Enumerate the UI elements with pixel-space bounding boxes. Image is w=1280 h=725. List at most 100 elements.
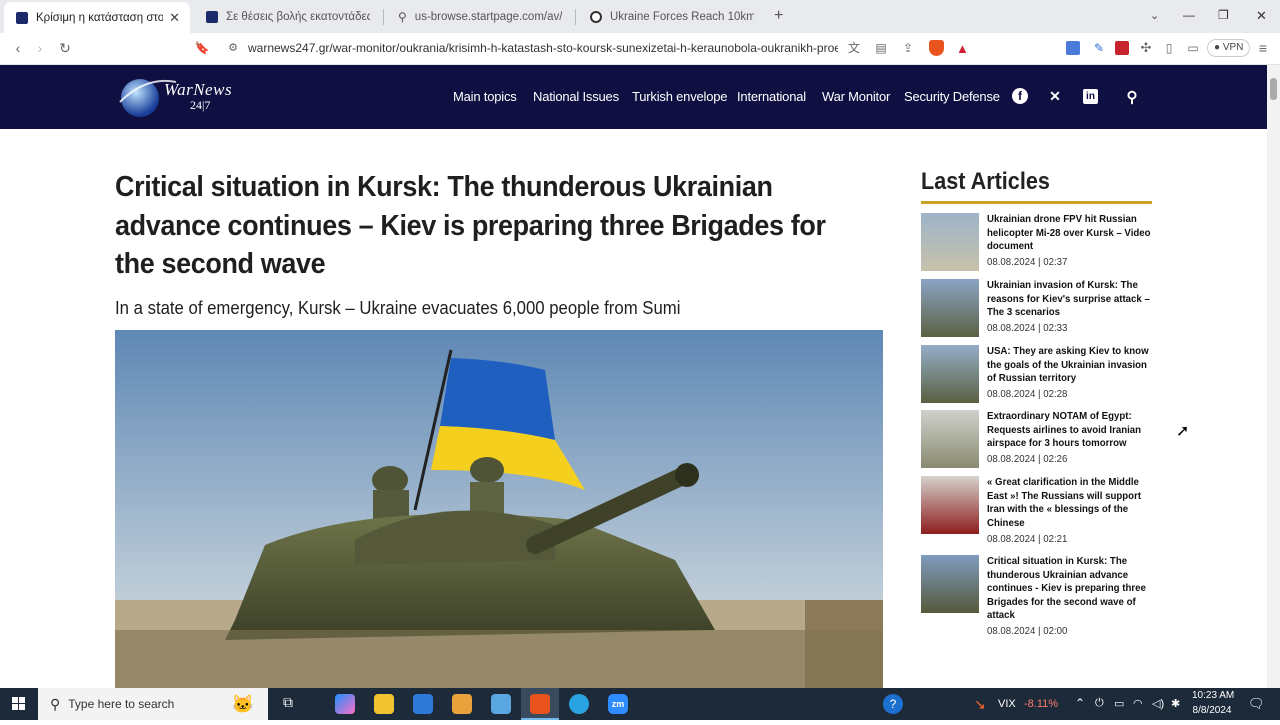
tab-4[interactable]: Ukraine Forces Reach 10km Into Ru xyxy=(578,4,764,29)
help-icon[interactable]: ? xyxy=(883,694,903,714)
ticker-symbol[interactable]: VIX xyxy=(998,698,1016,710)
clock-date[interactable]: 8/8/2024 xyxy=(1192,705,1232,716)
clock-time[interactable]: 10:23 AM xyxy=(1192,690,1234,701)
copilot-icon[interactable] xyxy=(335,694,355,714)
article-title[interactable]: Critical situation in Kursk: The thunder… xyxy=(987,555,1153,623)
forward-icon[interactable]: › xyxy=(31,40,49,56)
article-date: 08.08.2024 | 02:28 xyxy=(987,388,1068,400)
minimize-button[interactable]: — xyxy=(1183,8,1195,22)
notifications-icon[interactable]: 🗨 xyxy=(1248,696,1265,712)
site-logo[interactable]: WarNews 24|7 xyxy=(116,72,256,120)
nav-war-monitor[interactable]: War Monitor xyxy=(822,89,890,104)
search-icon: ⚲ xyxy=(50,695,61,712)
article-thumbnail xyxy=(921,555,979,613)
wifi-icon[interactable]: ◠ xyxy=(1133,697,1143,710)
mouse-cursor-icon: ➚ xyxy=(1176,423,1190,440)
restore-button[interactable]: ❐ xyxy=(1218,8,1229,22)
bookmark-icon[interactable]: 🔖 xyxy=(193,40,211,56)
zoom-icon[interactable]: zm xyxy=(608,694,628,714)
tab-title: Ukraine Forces Reach 10km Into Ru xyxy=(610,10,754,23)
vpn-button[interactable]: ● VPN xyxy=(1207,39,1251,57)
scrollbar-thumb[interactable] xyxy=(1270,78,1277,100)
store-icon[interactable] xyxy=(413,694,433,714)
article-title[interactable]: « Great clarification in the Middle East… xyxy=(987,476,1153,530)
article-thumbnail xyxy=(921,410,979,468)
tab-title: Σε θέσεις βολής εκατοντάδες ιρανικά xyxy=(226,10,370,23)
address-bar[interactable]: warnews247.gr/war-monitor/oukrania/krisi… xyxy=(248,41,838,55)
x-icon[interactable]: ✕ xyxy=(1047,88,1063,105)
list-item[interactable]: USA: They are asking Kiev to know the go… xyxy=(921,345,1153,405)
telegram-icon[interactable] xyxy=(569,694,589,714)
article-date: 08.08.2024 | 02:37 xyxy=(987,256,1068,268)
close-tab-icon[interactable]: ✕ xyxy=(163,10,180,26)
tab-active[interactable]: Κρίσιμη η κατάσταση στο Κουρσκ ✕ xyxy=(4,2,190,33)
taskbar-search-placeholder: Type here to search xyxy=(68,697,175,711)
list-item[interactable]: « Great clarification in the Middle East… xyxy=(921,476,1153,545)
bluetooth-icon[interactable]: ✱ xyxy=(1171,697,1180,710)
logo-text: WarNews xyxy=(164,80,233,99)
chevron-up-icon[interactable]: ⌃ xyxy=(1075,696,1085,710)
start-button[interactable] xyxy=(0,688,38,720)
brave-rewards-icon[interactable]: ▲ xyxy=(956,41,969,56)
site-favicon-icon xyxy=(206,10,218,23)
extensions-puzzle-icon[interactable]: ✣ xyxy=(1137,40,1155,56)
menu-icon[interactable]: ≡ xyxy=(1254,40,1272,56)
list-item[interactable]: Ukrainian invasion of Kursk: The reasons… xyxy=(921,279,1153,339)
facebook-icon[interactable]: f xyxy=(1012,88,1028,104)
article-title[interactable]: Extraordinary NOTAM of Egypt: Requests a… xyxy=(987,410,1153,451)
battery-icon[interactable]: ▭ xyxy=(1114,697,1124,710)
article-thumbnail xyxy=(921,279,979,337)
reader-mode-icon[interactable]: ▤ xyxy=(872,40,890,56)
translate-extension-icon[interactable] xyxy=(1066,41,1080,55)
tab-title: Κρίσιμη η κατάσταση στο Κουρσκ xyxy=(36,11,164,24)
task-view-icon[interactable]: ⧉ xyxy=(278,694,298,714)
nav-security-defense[interactable]: Security Defense xyxy=(904,89,1000,104)
search-icon: ⚲ xyxy=(398,9,407,24)
list-item[interactable]: Extraordinary NOTAM of Egypt: Requests a… xyxy=(921,410,1153,470)
file-explorer-icon[interactable] xyxy=(374,694,394,714)
network-icon[interactable]: ⏻ xyxy=(1095,697,1104,710)
back-icon[interactable]: ‹ xyxy=(9,40,27,56)
article-thumbnail xyxy=(921,213,979,271)
list-item[interactable]: Ukrainian drone FPV hit Russian helicopt… xyxy=(921,213,1153,273)
article-title[interactable]: USA: They are asking Kiev to know the go… xyxy=(987,345,1153,386)
page-scrollbar[interactable] xyxy=(1267,65,1280,688)
sidebar-icon[interactable]: ▯ xyxy=(1160,40,1178,56)
media-app-icon[interactable] xyxy=(452,694,472,714)
list-item[interactable]: Critical situation in Kursk: The thunder… xyxy=(921,555,1153,640)
tab-divider xyxy=(383,9,384,25)
pen-extension-icon[interactable]: ✎ xyxy=(1090,40,1108,56)
translate-icon[interactable]: 文 xyxy=(845,40,863,56)
site-favicon-icon xyxy=(16,11,28,24)
article-date: 08.08.2024 | 02:33 xyxy=(987,322,1068,334)
volume-icon[interactable]: ◁) xyxy=(1152,697,1164,710)
extension-icon[interactable] xyxy=(1115,41,1129,55)
share-icon[interactable]: ⇪ xyxy=(899,40,917,56)
article-date: 08.08.2024 | 02:00 xyxy=(987,625,1068,637)
search-icon[interactable]: ⚲ xyxy=(1124,88,1140,106)
tab-2[interactable]: Σε θέσεις βολής εκατοντάδες ιρανικά xyxy=(194,4,380,29)
nav-turkish-envelope[interactable]: Turkish envelope xyxy=(632,89,728,104)
new-tab-button[interactable]: + xyxy=(774,7,783,25)
windows-logo-icon xyxy=(12,697,25,710)
nav-national-issues[interactable]: National Issues xyxy=(533,89,619,104)
article-title[interactable]: Ukrainian drone FPV hit Russian helicopt… xyxy=(987,213,1153,254)
linkedin-icon[interactable]: in xyxy=(1083,89,1098,104)
brave-icon[interactable] xyxy=(530,694,550,714)
article-headline: Critical situation in Kursk: The thunder… xyxy=(115,171,826,280)
site-info-icon[interactable]: ⚙ xyxy=(224,40,242,56)
nav-international[interactable]: International xyxy=(737,89,806,104)
close-window-button[interactable]: ✕ xyxy=(1256,8,1267,24)
article-title[interactable]: Ukrainian invasion of Kursk: The reasons… xyxy=(987,279,1153,320)
article-date: 08.08.2024 | 02:21 xyxy=(987,533,1068,545)
sidebar-heading-underline xyxy=(921,201,1152,204)
app-icon[interactable] xyxy=(491,694,511,714)
reload-icon[interactable]: ↻ xyxy=(56,40,74,56)
tab-search-chevron-icon[interactable]: ⌄ xyxy=(1150,9,1159,22)
brave-shields-icon[interactable] xyxy=(929,40,944,56)
nav-main-topics[interactable]: Main topics xyxy=(453,89,517,104)
taskbar-search-box[interactable]: ⚲ Type here to search 🐱 xyxy=(38,688,268,720)
logo-subtext: 24|7 xyxy=(190,98,211,112)
wallet-icon[interactable]: ▭ xyxy=(1184,40,1202,56)
tab-3[interactable]: ⚲ us-browse.startpage.com/av/anon- xyxy=(386,4,572,29)
